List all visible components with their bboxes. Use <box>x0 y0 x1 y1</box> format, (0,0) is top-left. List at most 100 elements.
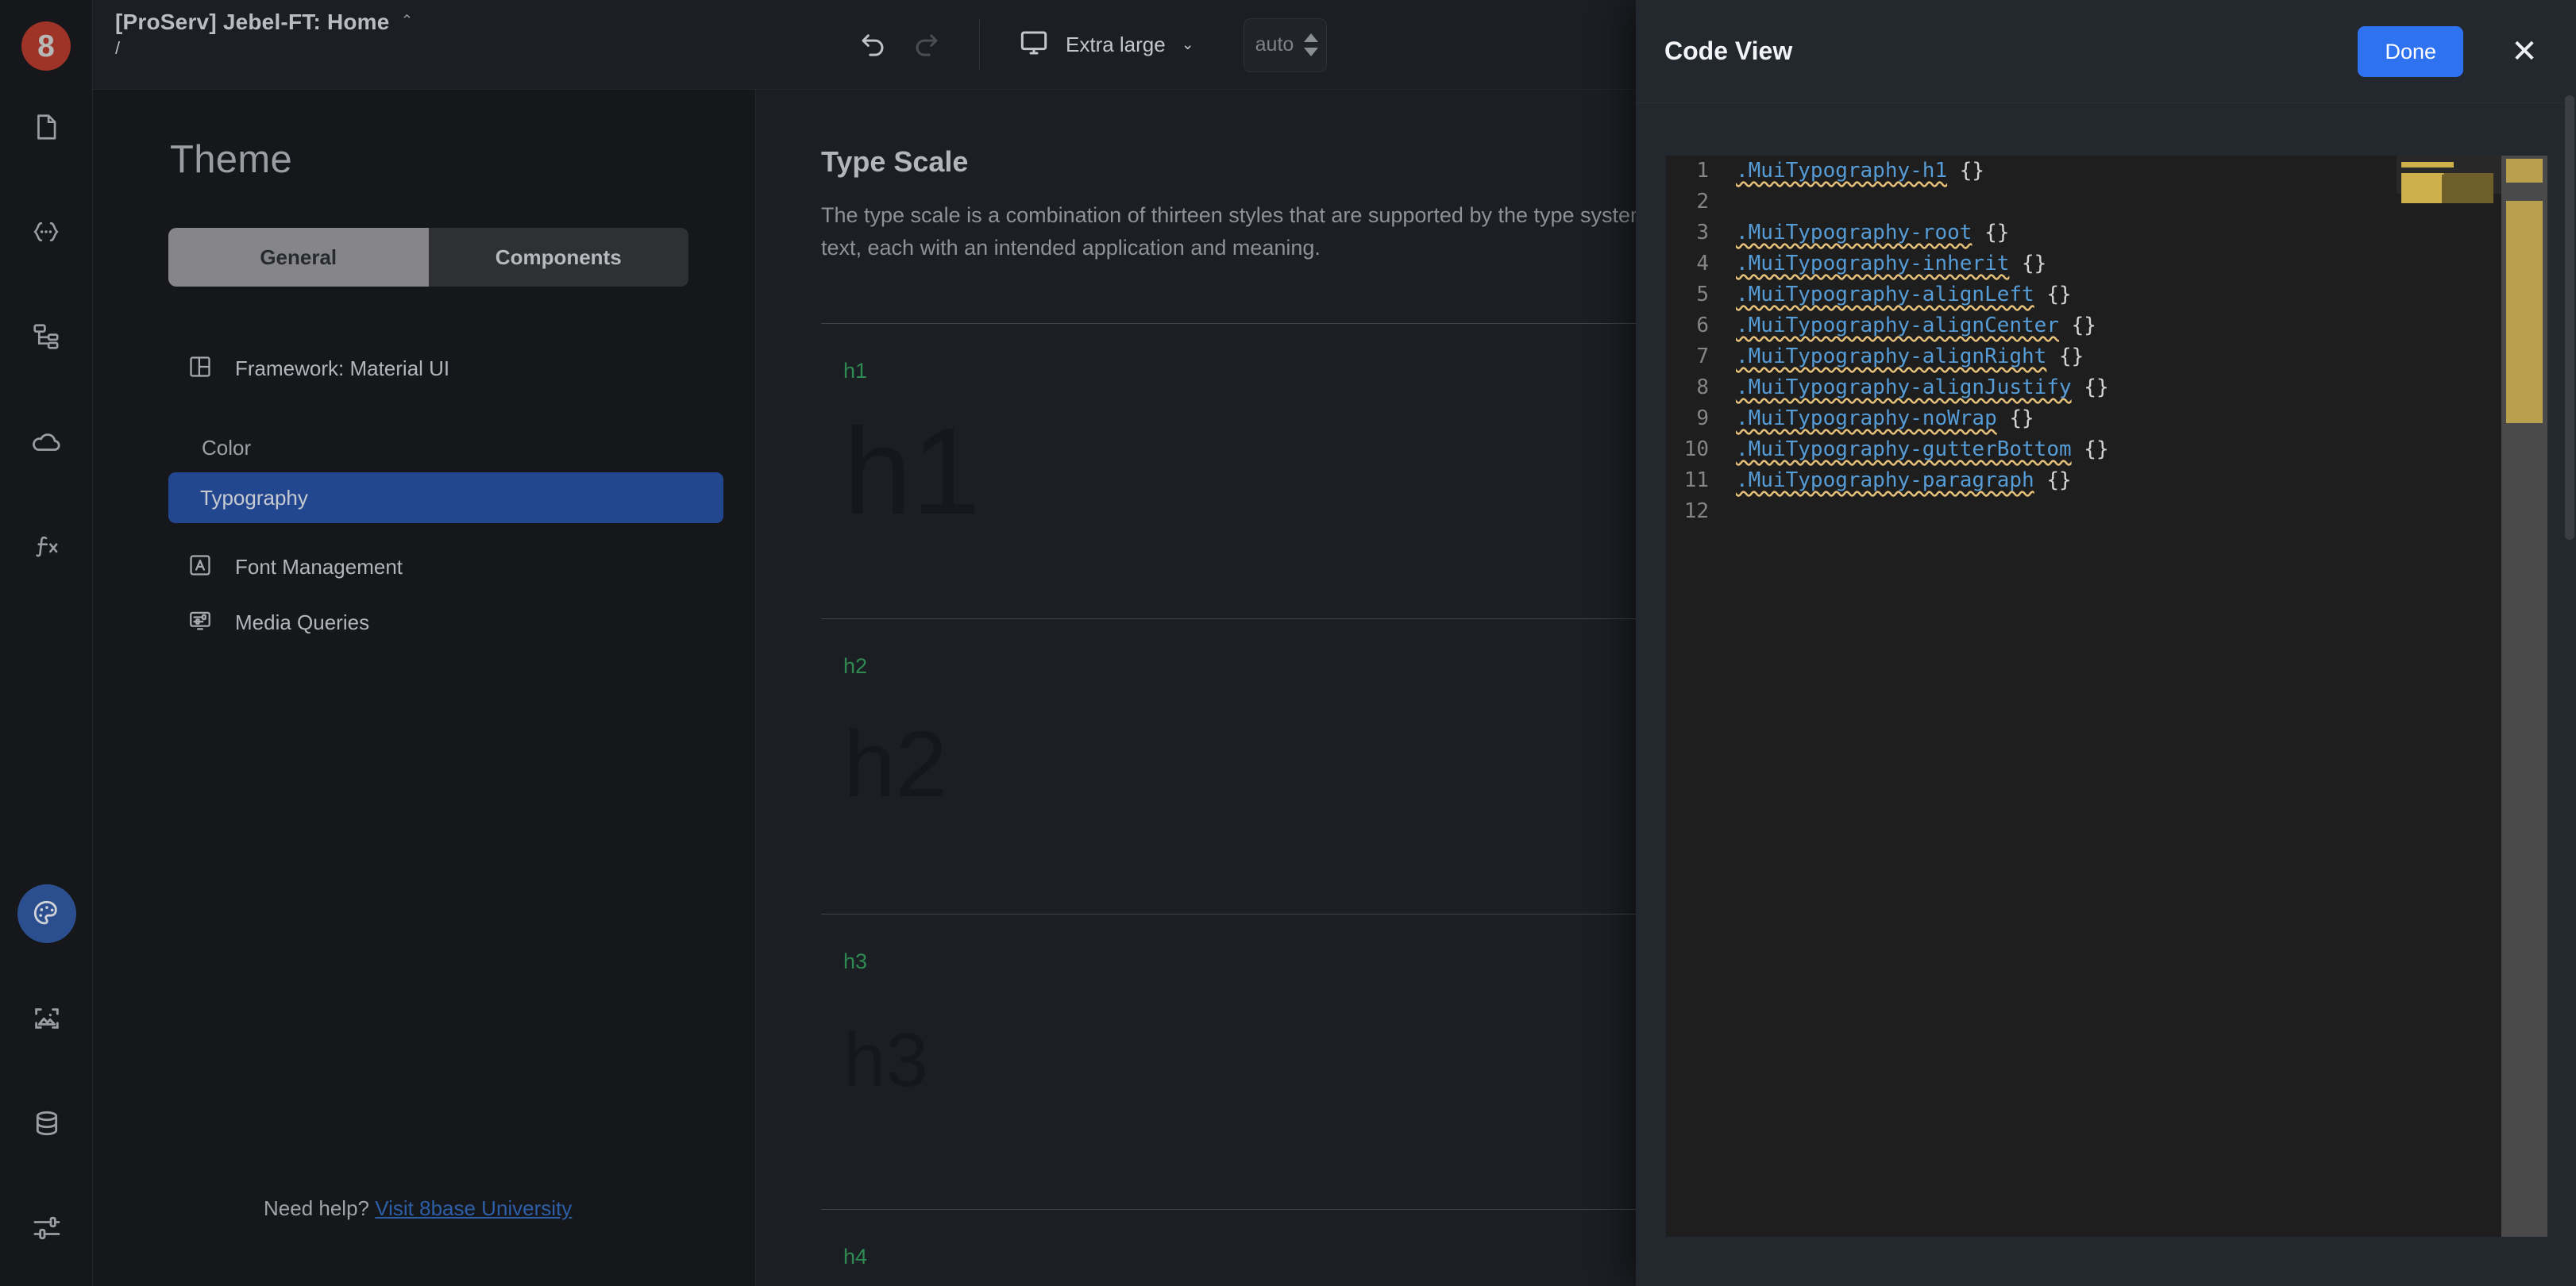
code-text: .MuiTypography-alignJustify {} <box>1736 372 2109 403</box>
css-selector-token: .MuiTypography-alignRight <box>1736 345 2046 368</box>
rail-item-functions[interactable] <box>17 517 75 576</box>
code-text: .MuiTypography-gutterBottom {} <box>1736 434 2109 465</box>
sidebar-item-typography-label: Typography <box>200 486 308 510</box>
redo-icon <box>910 27 942 63</box>
rail-item-settings[interactable] <box>17 1199 76 1257</box>
rail-item-theme[interactable] <box>17 884 76 943</box>
redo-button[interactable] <box>900 19 952 71</box>
code-line[interactable]: 6.MuiTypography-alignCenter {} <box>1666 310 2397 341</box>
help-prefix: Need help? <box>264 1196 369 1220</box>
layout-panels-icon <box>187 354 213 383</box>
code-line[interactable]: 2 <box>1666 187 2397 218</box>
css-selector-token: .MuiTypography-alignJustify <box>1736 375 2072 399</box>
done-button[interactable]: Done <box>2358 26 2463 77</box>
desktop-icon <box>1018 27 1050 63</box>
line-number: 9 <box>1666 403 1736 434</box>
code-view-title: Code View <box>1664 37 1792 66</box>
line-number: 5 <box>1666 279 1736 310</box>
css-braces-token: {} <box>2072 437 2109 461</box>
project-name: [ProServ] Jebel-FT: Home <box>115 10 390 35</box>
rail-item-media[interactable] <box>17 989 76 1048</box>
sitemap-icon <box>31 322 61 352</box>
editor-overview-ruler[interactable] <box>2501 156 2547 1237</box>
css-selector-token: .MuiTypography-paragraph <box>1736 468 2034 492</box>
css-braces-token: {} <box>1947 159 1984 183</box>
chevron-down-icon[interactable]: ⌄ <box>1182 37 1194 52</box>
nav-item-framework-label: Framework: Material UI <box>235 356 449 381</box>
code-line[interactable]: 12 <box>1666 496 2397 527</box>
settings-sliders-icon <box>31 1212 63 1244</box>
code-line[interactable]: 3.MuiTypography-root {} <box>1666 218 2397 248</box>
editor-minimap[interactable] <box>2397 156 2501 1237</box>
code-text: .MuiTypography-alignRight {} <box>1736 341 2084 372</box>
line-number: 10 <box>1666 434 1736 465</box>
tab-components[interactable]: Components <box>429 228 689 287</box>
code-text: .MuiTypography-root {} <box>1736 218 2009 248</box>
css-selector-token: .MuiTypography-alignLeft <box>1736 283 2034 306</box>
type-scale-sample: h3 <box>843 1022 928 1099</box>
drawer-scrollbar[interactable] <box>2565 95 2574 540</box>
nav-item-media-queries-label: Media Queries <box>235 610 369 635</box>
zoom-value[interactable]: auto <box>1255 33 1294 56</box>
code-lines-container[interactable]: 1.MuiTypography-h1 {}23.MuiTypography-ro… <box>1666 156 2397 1237</box>
theme-sidebar: Theme General Components Framework: Mate… <box>93 90 756 1286</box>
nav-item-framework[interactable]: Framework: Material UI <box>168 344 723 393</box>
chevron-up-icon[interactable]: ⌃ <box>401 13 414 29</box>
nav-item-font-management[interactable]: Font Management <box>168 542 723 591</box>
close-icon[interactable]: ✕ <box>2505 32 2544 71</box>
rail-item-data[interactable] <box>17 1094 76 1153</box>
code-text: .MuiTypography-h1 {} <box>1736 156 1984 187</box>
media-queries-icon <box>187 608 213 637</box>
code-text: .MuiTypography-alignCenter {} <box>1736 310 2096 341</box>
nav-spacer <box>93 393 755 414</box>
code-line[interactable]: 11.MuiTypography-paragraph {} <box>1666 465 2397 496</box>
code-text: .MuiTypography-paragraph {} <box>1736 465 2072 496</box>
help-link[interactable]: Visit 8base University <box>375 1196 572 1220</box>
code-line[interactable]: 8.MuiTypography-alignJustify {} <box>1666 372 2397 403</box>
type-scale-tag: h1 <box>843 359 867 383</box>
code-line[interactable]: 9.MuiTypography-noWrap {} <box>1666 403 2397 434</box>
tab-general[interactable]: General <box>168 228 429 287</box>
rail-item-structure[interactable] <box>17 307 75 366</box>
zoom-stepper[interactable]: auto <box>1244 18 1327 72</box>
rail-item-page[interactable] <box>17 98 75 156</box>
undo-icon <box>858 27 889 63</box>
css-braces-token: {} <box>2009 252 2046 275</box>
code-line[interactable]: 10.MuiTypography-gutterBottom {} <box>1666 434 2397 465</box>
code-line[interactable]: 7.MuiTypography-alignRight {} <box>1666 341 2397 372</box>
database-icon <box>31 1107 63 1139</box>
code-line[interactable]: 1.MuiTypography-h1 {} <box>1666 156 2397 187</box>
code-editor[interactable]: 1.MuiTypography-h1 {}23.MuiTypography-ro… <box>1666 156 2547 1237</box>
theme-nav: Framework: Material UI Color Typography … <box>93 344 755 647</box>
rail-lower-group <box>0 884 93 1286</box>
sidebar-item-typography[interactable]: Typography <box>168 472 723 523</box>
device-size-selector[interactable]: Extra large ⌄ <box>1012 19 1201 71</box>
code-view-drawer: Code View Done ✕ 1.MuiTypography-h1 {}23… <box>1636 0 2576 1286</box>
toolbar-center-group: Extra large ⌄ auto <box>847 0 1327 90</box>
rail-item-cloud[interactable] <box>17 412 75 471</box>
stepper-down-icon[interactable] <box>1304 48 1318 56</box>
type-scale-tag: h4 <box>843 1245 867 1269</box>
code-line[interactable]: 4.MuiTypography-inherit {} <box>1666 248 2397 279</box>
line-number: 2 <box>1666 187 1736 218</box>
function-fx-icon <box>30 530 62 562</box>
rail-item-code[interactable] <box>17 202 75 261</box>
nav-spacer-3 <box>93 591 755 598</box>
project-name-row[interactable]: [ProServ] Jebel-FT: Home ⌃ <box>115 10 413 35</box>
type-scale-tag: h2 <box>843 654 867 679</box>
app-logo[interactable]: 8 <box>21 21 71 71</box>
stepper-arrows <box>1304 33 1318 56</box>
project-path: / <box>115 38 413 59</box>
stepper-up-icon[interactable] <box>1304 33 1318 42</box>
nav-section-color[interactable]: Color <box>202 428 723 468</box>
undo-button[interactable] <box>847 19 900 71</box>
app-logo-text: 8 <box>37 31 55 62</box>
palette-icon <box>31 898 63 930</box>
device-size-label: Extra large <box>1066 33 1166 57</box>
code-text: .MuiTypography-inherit {} <box>1736 248 2046 279</box>
nav-item-font-management-label: Font Management <box>235 555 403 579</box>
nav-item-media-queries[interactable]: Media Queries <box>168 598 723 647</box>
line-number: 8 <box>1666 372 1736 403</box>
project-breadcrumb[interactable]: [ProServ] Jebel-FT: Home ⌃ / <box>115 10 413 59</box>
code-line[interactable]: 5.MuiTypography-alignLeft {} <box>1666 279 2397 310</box>
